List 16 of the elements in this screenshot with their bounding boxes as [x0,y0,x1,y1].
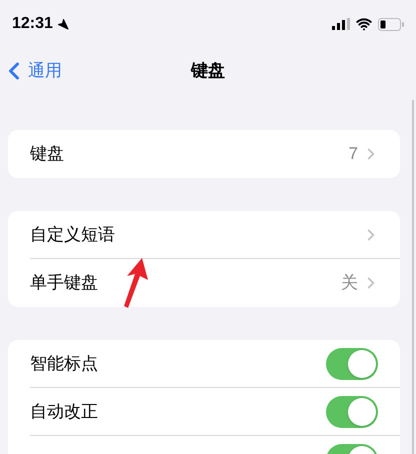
setting-label: 自定义短语 [30,224,115,246]
back-button[interactable]: 通用 [0,57,62,85]
nav-title: 键盘 [191,60,225,82]
setting-value: 关 [341,272,358,294]
toggle-switch[interactable] [326,396,378,428]
setting-label: 智能标点 [30,353,98,376]
location-icon [56,18,69,30]
signal-icon [332,18,350,30]
status-time: 12:31 [12,14,53,34]
setting-label: 键盘 [30,143,64,166]
setting-value: 7 [348,143,358,166]
setting-label: 单手键盘 [30,272,98,294]
battery-icon [378,18,404,30]
toggle-switch[interactable] [326,348,378,380]
setting-label: 自动改正 [30,401,98,424]
wifi-icon [356,16,372,32]
